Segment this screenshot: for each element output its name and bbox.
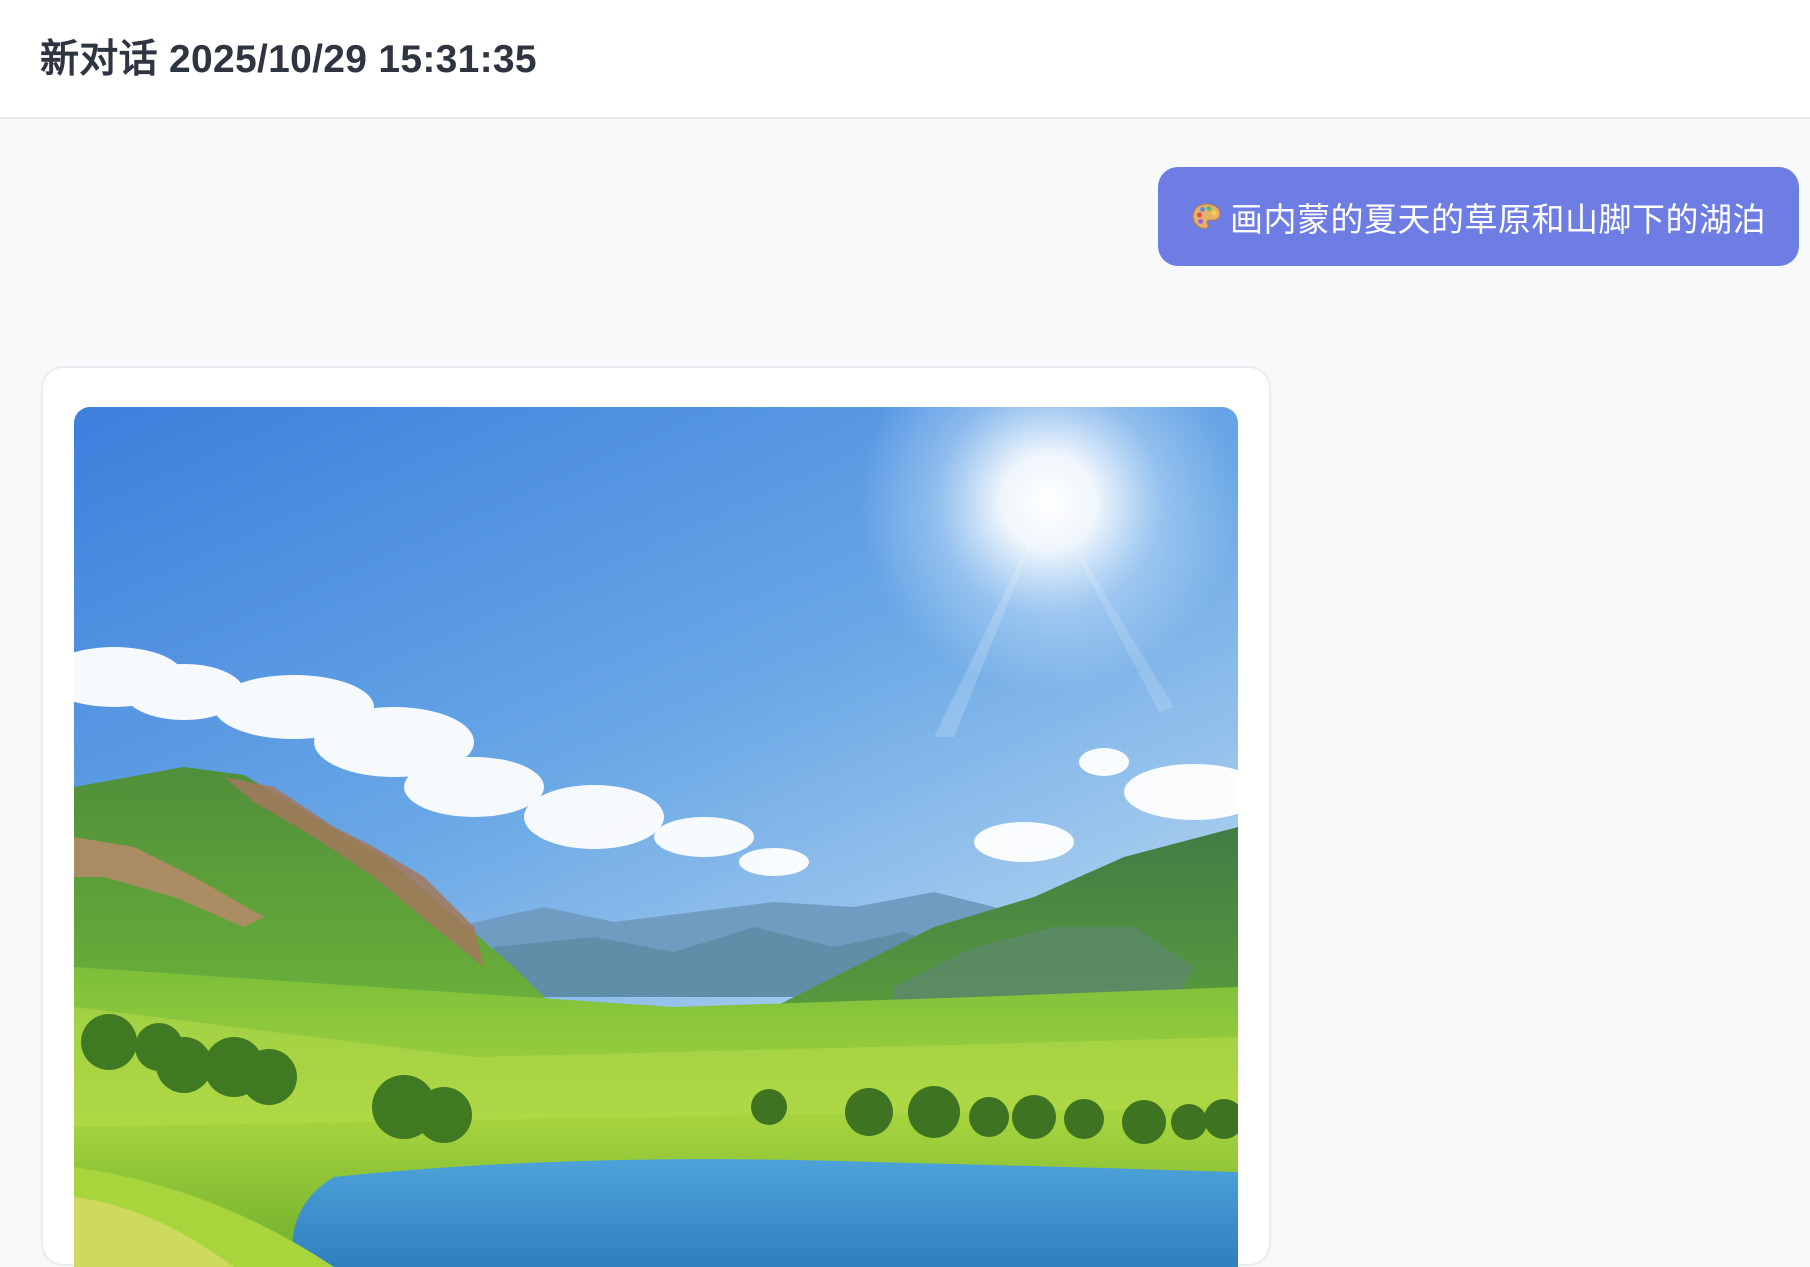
user-message-bubble: 画内蒙的夏天的草原和山脚下的湖泊 [1158, 167, 1799, 266]
generated-landscape-image[interactable] [74, 407, 1238, 1267]
assistant-message-card [41, 366, 1271, 1267]
palette-icon [1192, 202, 1221, 229]
user-message-text: 画内蒙的夏天的草原和山脚下的湖泊 [1230, 200, 1766, 238]
conversation-title: 新对话 2025/10/29 15:31:35 [40, 38, 537, 81]
chat-header: 新对话 2025/10/29 15:31:35 [0, 0, 1810, 119]
